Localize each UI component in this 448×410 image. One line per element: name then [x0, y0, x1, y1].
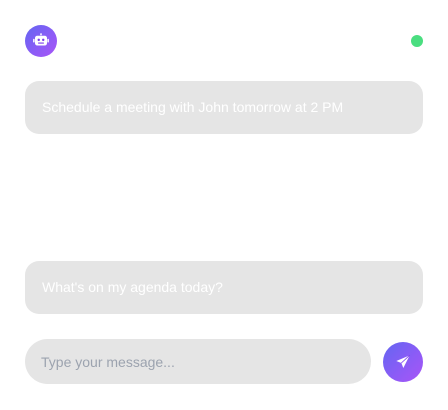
message-input[interactable] — [41, 353, 355, 370]
online-status-indicator — [411, 35, 423, 47]
message-bubble: What's on my agenda today? — [25, 261, 423, 314]
bot-avatar — [25, 25, 57, 57]
send-button[interactable] — [383, 342, 423, 382]
chat-window: Schedule a meeting with John tomorrow at… — [0, 0, 448, 410]
message-bubble: Schedule a meeting with John tomorrow at… — [25, 81, 423, 134]
robot-icon — [32, 32, 50, 50]
send-icon — [395, 354, 411, 370]
message-composer — [25, 339, 371, 384]
